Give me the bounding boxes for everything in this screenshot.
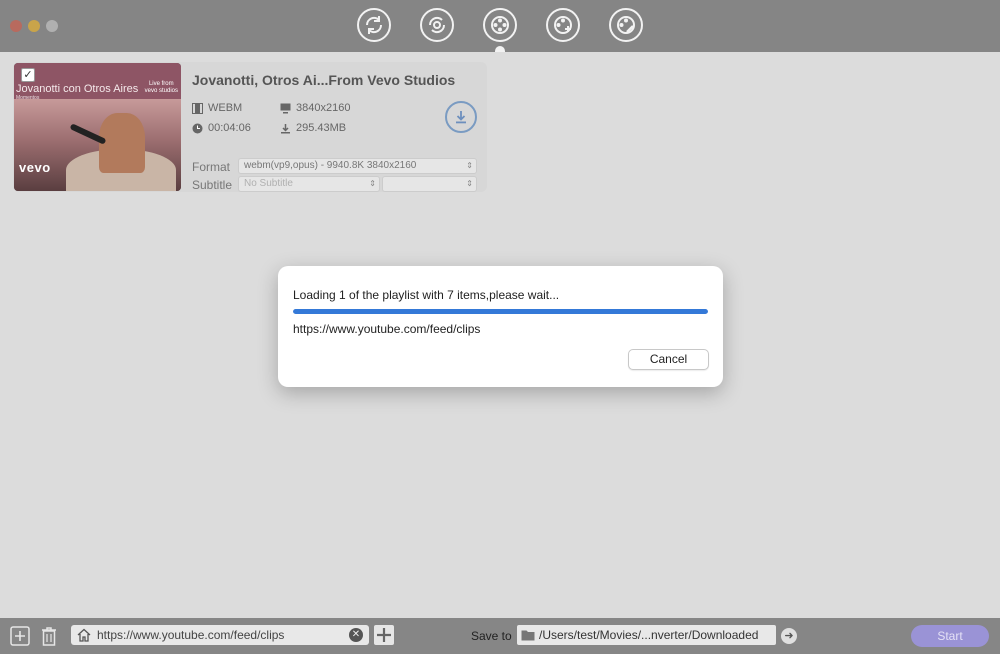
duration-value: 00:04:06 [208, 122, 251, 134]
convert-mode-button[interactable] [357, 8, 391, 42]
format-select[interactable]: webm(vp9,opus) - 9940.8K 3840x2160 ⇕ [238, 158, 477, 174]
add-url-icon[interactable] [374, 625, 394, 645]
thumbnail-subtitle: Momentos [16, 95, 40, 101]
loading-url: https://www.youtube.com/feed/clips [293, 322, 481, 336]
subtitle-select-value: No Subtitle [244, 178, 293, 189]
add-file-icon[interactable] [10, 626, 30, 646]
format-label: Format [192, 160, 231, 174]
video-title: Jovanotti, Otros Ai...From Vevo Studios [192, 72, 456, 88]
download-button[interactable] [445, 101, 477, 133]
clear-url-icon[interactable]: ✕ [349, 628, 363, 642]
select-arrows-icon: ⇕ [369, 179, 376, 188]
minimize-window-button[interactable] [28, 20, 40, 32]
bottom-bar: https://www.youtube.com/feed/clips ✕ Sav… [0, 618, 1000, 654]
open-folder-arrow-icon[interactable]: ➜ [781, 628, 797, 644]
edit-video-mode-button[interactable] [609, 8, 643, 42]
loading-message: Loading 1 of the playlist with 7 items,p… [293, 288, 560, 302]
subtitle-language-select[interactable]: ⇕ [382, 176, 477, 192]
container-value: WEBM [208, 102, 243, 114]
thumbnail-badge: Live from vevo studios [145, 81, 178, 95]
thumbnail-title: Jovanotti con Otros Aires [16, 83, 139, 95]
subtitle-select[interactable]: No Subtitle ⇕ [238, 176, 380, 192]
clock-icon [192, 123, 203, 133]
resolution-info: 3840x2160 [280, 102, 350, 114]
save-path-field[interactable]: /Users/test/Movies/...nverter/Downloaded [517, 625, 776, 645]
subtitle-label: Subtitle [192, 178, 233, 192]
select-arrows-icon: ⇕ [466, 179, 473, 188]
url-input-value: https://www.youtube.com/feed/clips [97, 628, 285, 642]
thumbnail-badge-line2: vevo studios [144, 88, 178, 94]
container-info: WEBM [192, 102, 242, 114]
thumbnail-face [99, 113, 145, 173]
convert-settings-icon [428, 16, 446, 34]
film-reel-icon [491, 16, 509, 34]
duration-info: 00:04:06 [192, 122, 251, 134]
add-video-mode-button[interactable] [546, 8, 580, 42]
size-info: 295.43MB [280, 122, 346, 134]
vevo-logo: vevo [19, 160, 51, 175]
download-mode-button[interactable] [483, 8, 517, 42]
title-bar [0, 0, 1000, 52]
film-icon [192, 102, 203, 114]
save-to-label: Save to [471, 629, 512, 643]
select-arrows-icon: ⇕ [466, 161, 473, 170]
zoom-window-button[interactable] [46, 20, 58, 32]
film-reel-edit-icon [617, 16, 635, 34]
video-thumbnail: Jovanotti con Otros Aires Momentos Live … [14, 63, 181, 191]
loading-progress-fill [293, 309, 708, 314]
save-path-value: /Users/test/Movies/...nverter/Downloaded [539, 628, 759, 642]
format-select-value: webm(vp9,opus) - 9940.8K 3840x2160 [244, 160, 417, 171]
url-input[interactable]: https://www.youtube.com/feed/clips ✕ [71, 625, 369, 645]
size-value: 295.43MB [296, 122, 347, 134]
loading-progress-bar [293, 309, 708, 314]
download-size-icon [281, 123, 290, 133]
folder-icon [521, 630, 535, 641]
resolution-value: 3840x2160 [296, 102, 351, 114]
home-icon[interactable] [77, 628, 91, 642]
thumbnail-badge-line1: Live from [148, 81, 174, 87]
cancel-button[interactable]: Cancel [628, 349, 709, 370]
download-icon [456, 111, 466, 124]
convert-icon [365, 16, 383, 34]
close-window-button[interactable] [10, 20, 22, 32]
video-item-card[interactable]: Jovanotti con Otros Aires Momentos Live … [13, 62, 487, 192]
monitor-icon [280, 103, 291, 113]
loading-dialog: Loading 1 of the playlist with 7 items,p… [278, 266, 723, 387]
item-checkbox[interactable]: ✓ [21, 68, 35, 82]
start-button[interactable]: Start [911, 625, 989, 647]
trash-icon[interactable] [39, 626, 59, 646]
film-reel-add-icon [554, 16, 572, 34]
convert-settings-mode-button[interactable] [420, 8, 454, 42]
